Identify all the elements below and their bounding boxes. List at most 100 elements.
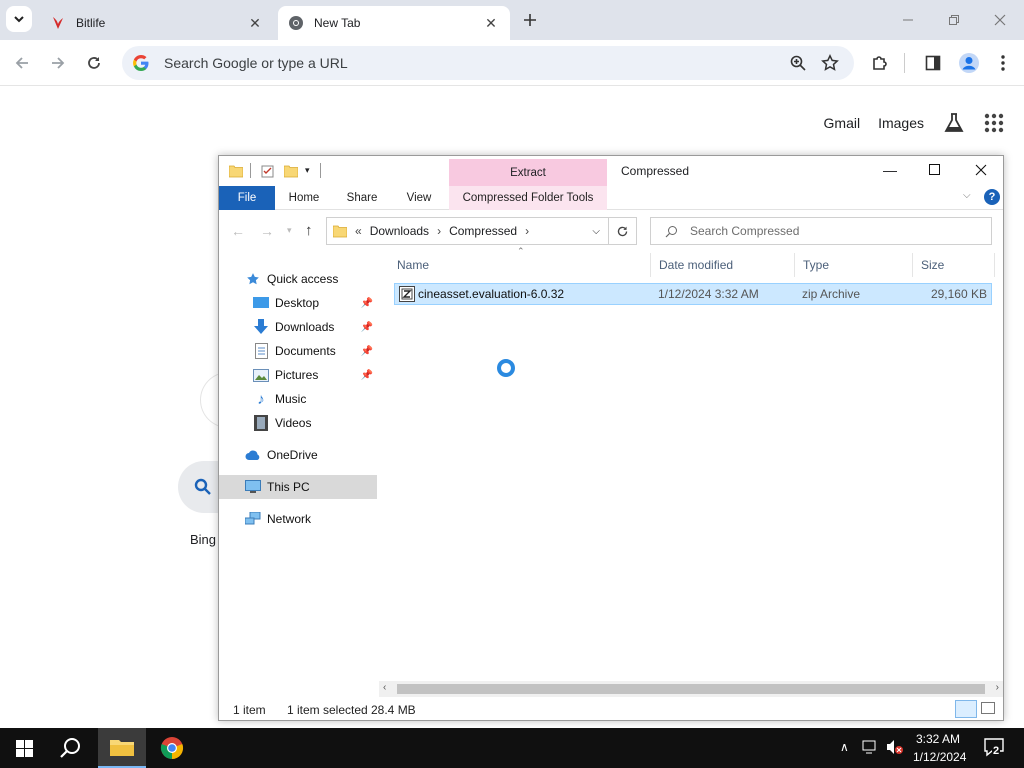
column-type[interactable]: Type (795, 253, 913, 277)
extensions-icon[interactable] (866, 49, 894, 77)
breadcrumb-chevron-icon: › (525, 224, 530, 238)
tab-title: New Tab (314, 16, 361, 30)
taskbar-file-explorer[interactable] (98, 728, 146, 768)
file-size: 29,160 KB (930, 287, 987, 301)
window-title: Compressed (621, 164, 690, 178)
expand-ribbon-icon[interactable]: ⌵ (963, 190, 971, 201)
extract-context-tab[interactable]: Extract (449, 159, 607, 186)
file-row[interactable]: cineasset.evaluation-6.0.32 1/12/2024 3:… (394, 283, 992, 305)
back-button[interactable] (8, 49, 36, 77)
cloud-icon (245, 447, 261, 463)
ribbon-tab-compressed-folder-tools[interactable]: Compressed Folder Tools (449, 186, 607, 210)
horizontal-scrollbar[interactable]: ‹ › (379, 681, 1003, 697)
scroll-right-icon[interactable]: › (996, 682, 999, 693)
address-dropdown-icon[interactable]: ⌵ (592, 226, 600, 237)
nav-pictures[interactable]: Pictures 📌 (219, 363, 377, 387)
nav-desktop[interactable]: Desktop 📌 (219, 291, 377, 315)
nav-quick-access[interactable]: Quick access (219, 267, 377, 291)
apps-grid-icon[interactable] (984, 113, 1004, 133)
tab-search-button[interactable] (6, 6, 32, 32)
scrollbar-thumb[interactable] (397, 684, 985, 694)
explorer-maximize-button[interactable] (929, 164, 941, 179)
folder-icon (228, 164, 244, 181)
images-link[interactable]: Images (878, 115, 924, 131)
up-arrow-icon[interactable]: ↑ (305, 222, 313, 239)
close-icon (994, 14, 1006, 26)
omnibox[interactable]: Search Google or type a URL (122, 46, 854, 80)
ribbon-tab-home[interactable]: Home (281, 186, 327, 210)
tab-bitlife[interactable]: Bitlife ✕ (40, 6, 274, 40)
nav-onedrive[interactable]: OneDrive (219, 443, 377, 467)
menu-kebab-icon[interactable] (989, 49, 1017, 77)
scroll-left-icon[interactable]: ‹ (383, 682, 386, 693)
show-hidden-icons-chevron-icon[interactable]: ∧ (840, 740, 849, 754)
side-panel-icon[interactable] (919, 49, 947, 77)
star-icon (245, 271, 261, 287)
taskbar-search-button[interactable] (60, 737, 82, 762)
explorer-minimize-button[interactable]: — (883, 162, 897, 178)
help-icon[interactable]: ? (984, 189, 1000, 205)
labs-flask-icon[interactable] (942, 111, 966, 135)
download-arrow-icon (253, 319, 269, 335)
maximize-icon (929, 164, 940, 175)
clock-date[interactable]: 1/12/2024 (913, 750, 966, 764)
google-icon (133, 54, 149, 71)
breadcrumb-compressed[interactable]: Compressed (449, 224, 517, 238)
nav-videos[interactable]: Videos (219, 411, 377, 435)
windows-taskbar: ∧ 3:32 AM 1/12/2024 2 (0, 728, 1024, 768)
search-box[interactable]: Search Compressed (650, 217, 992, 245)
ntp-top-links: Gmail Images (824, 111, 1004, 135)
explorer-close-button[interactable] (975, 164, 987, 179)
address-bar[interactable]: « Downloads › Compressed › ⌵ (326, 217, 637, 245)
close-window-button[interactable] (986, 6, 1014, 34)
column-size[interactable]: Size (913, 253, 995, 277)
properties-icon[interactable] (261, 164, 275, 181)
extract-label: Extract (510, 166, 546, 179)
new-tab-button[interactable] (516, 6, 544, 34)
refresh-icon[interactable] (608, 218, 636, 244)
gmail-link[interactable]: Gmail (824, 115, 861, 131)
taskbar-chrome[interactable] (150, 728, 194, 768)
large-icons-view-icon[interactable] (981, 702, 995, 714)
details-view-icon[interactable] (955, 700, 977, 718)
forward-arrow-icon[interactable]: → (260, 223, 274, 239)
recent-locations-icon[interactable]: ▾ (287, 225, 292, 236)
volume-muted-icon[interactable] (886, 739, 904, 758)
restore-window-button[interactable] (940, 6, 968, 34)
notification-center-button[interactable]: 2 (984, 737, 1004, 760)
nav-network[interactable]: Network (219, 507, 377, 531)
nav-music[interactable]: ♪ Music (219, 387, 377, 411)
bookmark-star-icon[interactable] (816, 49, 844, 77)
nav-this-pc[interactable]: This PC (219, 475, 377, 499)
breadcrumb-overflow[interactable]: « (355, 224, 362, 238)
ribbon-tabs: File Home Share View Compressed Folder T… (219, 186, 1003, 210)
search-icon (194, 478, 211, 495)
close-tab-icon[interactable]: ✕ (246, 14, 264, 32)
navigation-pane: Quick access Desktop 📌 Downloads 📌 Docum… (219, 251, 377, 681)
forward-button[interactable] (44, 49, 72, 77)
nav-documents[interactable]: Documents 📌 (219, 339, 377, 363)
film-icon (253, 415, 269, 431)
zoom-icon[interactable] (784, 49, 812, 77)
profile-avatar-icon[interactable] (955, 49, 983, 77)
start-button[interactable] (16, 740, 33, 760)
arrow-left-icon (15, 57, 28, 69)
file-date: 1/12/2024 3:32 AM (658, 287, 759, 301)
column-header: Name ⌃ Date modified Type Size (389, 246, 995, 277)
ribbon-tab-share[interactable]: Share (339, 186, 385, 210)
explorer-title-bar: ▾ Extract Compressed — (219, 156, 1003, 186)
nav-downloads[interactable]: Downloads 📌 (219, 315, 377, 339)
back-arrow-icon[interactable]: ← (231, 223, 245, 239)
ribbon-tab-view[interactable]: View (397, 186, 441, 210)
close-tab-icon[interactable]: ✕ (482, 14, 500, 32)
customize-qat-icon[interactable]: ▾ (305, 165, 310, 176)
tab-new-tab[interactable]: New Tab ✕ (278, 6, 510, 40)
network-status-icon[interactable] (862, 740, 878, 757)
column-date-modified[interactable]: Date modified (651, 253, 795, 277)
new-folder-icon[interactable] (283, 164, 299, 181)
minimize-window-button[interactable] (894, 6, 922, 34)
clock-time[interactable]: 3:32 AM (916, 732, 960, 746)
ribbon-tab-file[interactable]: File (219, 186, 275, 210)
breadcrumb-downloads[interactable]: Downloads (370, 224, 429, 238)
reload-button[interactable] (80, 49, 108, 77)
